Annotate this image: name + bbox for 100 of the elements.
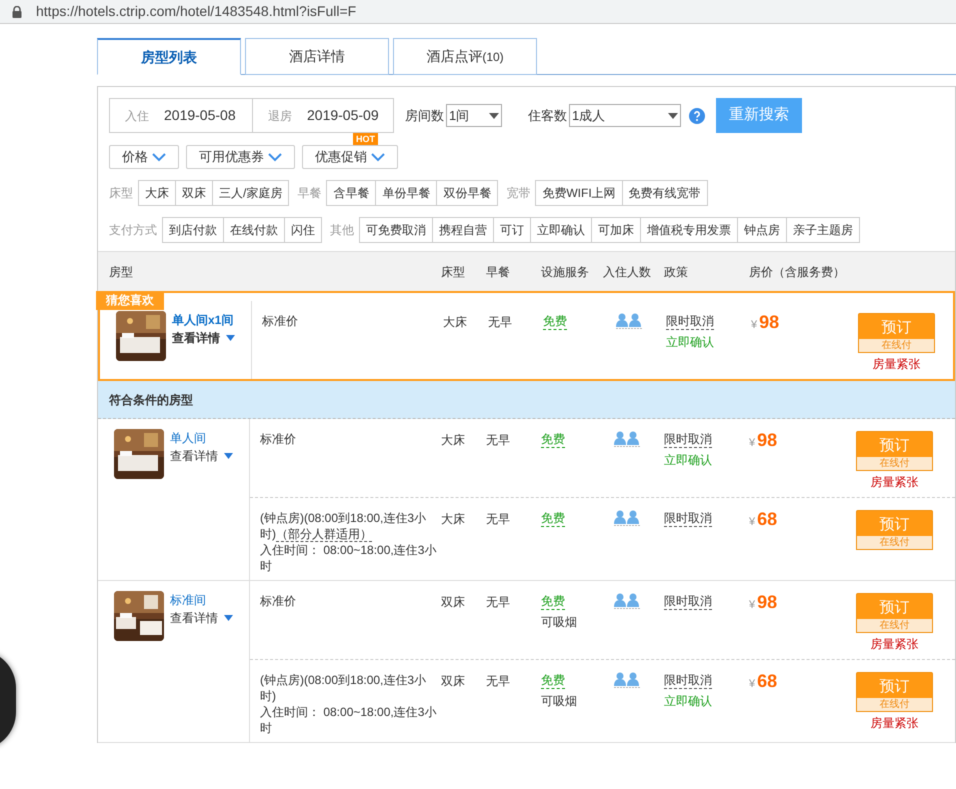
filter-option[interactable]: 可订 (493, 217, 531, 243)
room-name-link[interactable]: 单人间 (170, 429, 233, 447)
filter-option[interactable]: 闪住 (284, 217, 322, 243)
tab[interactable]: 酒店详情 (245, 38, 389, 75)
column-header: 房型 (108, 264, 134, 280)
rate-description: (钟点房)(08:00到18:00,连住3小时) (260, 672, 428, 704)
price: 68 (757, 672, 778, 690)
facility-link[interactable]: 免费 (541, 431, 565, 448)
checkout-date: 2019-05-09 (307, 106, 379, 125)
scarcity-label: 房量紧张 (870, 715, 918, 732)
bed-type: 大床 (441, 433, 465, 447)
filter-dropdown[interactable]: 价格 (109, 145, 179, 169)
chevron-down-icon (371, 152, 385, 162)
confirm-status: 立即确认 (666, 334, 714, 351)
recommended-badge: 猜您喜欢 (96, 291, 164, 310)
lock-icon (12, 6, 22, 18)
currency-symbol: ¥ (749, 598, 756, 613)
policy-link[interactable]: 限时取消 (664, 672, 712, 689)
filter-option[interactable]: 在线付款 (223, 217, 285, 243)
details-link[interactable]: 查看详情 (172, 329, 235, 347)
scarcity-label: 房量紧张 (870, 636, 918, 653)
filter-option[interactable]: 免费WIFI上网 (535, 180, 623, 206)
room-name-link[interactable]: 单人间x1间 (172, 311, 235, 329)
filter-group-label: 早餐 (297, 185, 322, 202)
filter-option[interactable]: 可免费取消 (359, 217, 433, 243)
breakfast: 无早 (486, 512, 510, 526)
filter-option[interactable]: 立即确认 (530, 217, 592, 243)
facility-note: 可吸烟 (541, 614, 577, 631)
guests-icon (614, 593, 640, 609)
filter-dropdown[interactable]: 优惠促销 (302, 145, 398, 169)
help-icon[interactable] (689, 108, 705, 124)
dropdown-arrow-icon (489, 112, 499, 118)
scarcity-label: 房量紧张 (872, 356, 920, 373)
facility-link[interactable]: 免费 (541, 593, 565, 610)
details-link[interactable]: 查看详情 (170, 447, 233, 465)
column-header: 政策 (664, 264, 689, 280)
filter-option[interactable]: 大床 (138, 180, 176, 206)
chevron-down-icon (152, 152, 166, 162)
checkin-time: 入住时间： 08:00~18:00,连住3小时 (260, 542, 437, 574)
tab[interactable]: 房型列表 (97, 38, 241, 75)
filter-option[interactable]: 可加床 (591, 217, 641, 243)
policy-link[interactable]: 限时取消 (664, 431, 712, 448)
room-name-link[interactable]: 标准间 (170, 591, 233, 609)
policy-link[interactable]: 限时取消 (664, 510, 712, 527)
filter-option[interactable]: 双床 (175, 180, 213, 206)
policy-link[interactable]: 限时取消 (664, 593, 712, 610)
column-header: 设施服务 (541, 264, 590, 280)
checkout-label: 退房 (268, 108, 292, 124)
price: 98 (757, 593, 778, 611)
facility-link[interactable]: 免费 (541, 510, 565, 527)
rate-description: 标准价 (260, 593, 297, 609)
filter-group-label: 床型 (109, 185, 133, 202)
column-header: 早餐 (486, 264, 511, 280)
chevron-down-icon (268, 152, 282, 162)
breakfast: 无早 (488, 315, 512, 329)
filter-option[interactable]: 免费有线宽带 (622, 180, 708, 206)
filter-option[interactable]: 钟点房 (737, 217, 787, 243)
tab[interactable]: 酒店点评(10) (393, 38, 537, 75)
currency-symbol: ¥ (749, 515, 756, 530)
filter-group-label: 其他 (330, 222, 354, 239)
filter-option[interactable]: 到店付款 (162, 217, 224, 243)
price: 98 (757, 431, 778, 449)
confirm-status: 立即确认 (664, 452, 712, 469)
filter-option[interactable]: 三人/家庭房 (212, 180, 290, 206)
facility-link[interactable]: 免费 (543, 313, 567, 330)
scarcity-label: 房量紧张 (870, 474, 918, 491)
filter-option[interactable]: 双份早餐 (436, 180, 498, 206)
dropdown-arrow-icon (668, 112, 678, 118)
column-header: 床型 (441, 264, 466, 280)
address-bar[interactable]: https://hotels.ctrip.com/hotel/1483548.html?isFull=F (0, 0, 956, 24)
rooms-select[interactable]: 1间 (446, 104, 502, 127)
bed-type: 大床 (441, 512, 465, 526)
bed-type: 双床 (441, 595, 465, 609)
date-range-field[interactable]: 入住 2019-05-08 退房 2019-05-09 (109, 98, 394, 133)
filter-option[interactable]: 亲子主题房 (786, 217, 860, 243)
rate-description: (钟点房)(08:00到18:00,连住3小时)（部分人群适用） (260, 510, 428, 542)
filter-dropdown[interactable]: 可用优惠券 (186, 145, 295, 169)
details-link[interactable]: 查看详情 (170, 609, 233, 627)
breakfast: 无早 (486, 595, 510, 609)
guests-icon (616, 313, 642, 329)
guests-icon (614, 672, 640, 688)
facility-link[interactable]: 免费 (541, 672, 565, 689)
currency-symbol: ¥ (751, 318, 758, 333)
filter-option[interactable]: 增值税专用发票 (640, 217, 738, 243)
filter-option[interactable]: 单份早餐 (375, 180, 438, 206)
rate-description: 标准价 (262, 313, 299, 329)
filter-option[interactable]: 含早餐 (326, 180, 376, 206)
guests-select[interactable]: 1成人 (569, 104, 681, 127)
guests-icon (614, 431, 640, 447)
price: 68 (757, 510, 778, 528)
filter-group-label: 支付方式 (109, 222, 157, 239)
checkin-time: 入住时间： 08:00~18:00,连住3小时 (260, 704, 437, 736)
column-header: 房价（含服务费） (749, 264, 845, 280)
policy-link[interactable]: 限时取消 (666, 313, 714, 330)
checkin-date: 2019-05-08 (164, 106, 236, 125)
filter-option[interactable]: 携程自营 (432, 217, 494, 243)
dropdown-icon (226, 335, 235, 341)
rooms-label: 房间数 (405, 106, 444, 125)
price: 98 (759, 313, 780, 331)
breakfast: 无早 (486, 433, 510, 447)
